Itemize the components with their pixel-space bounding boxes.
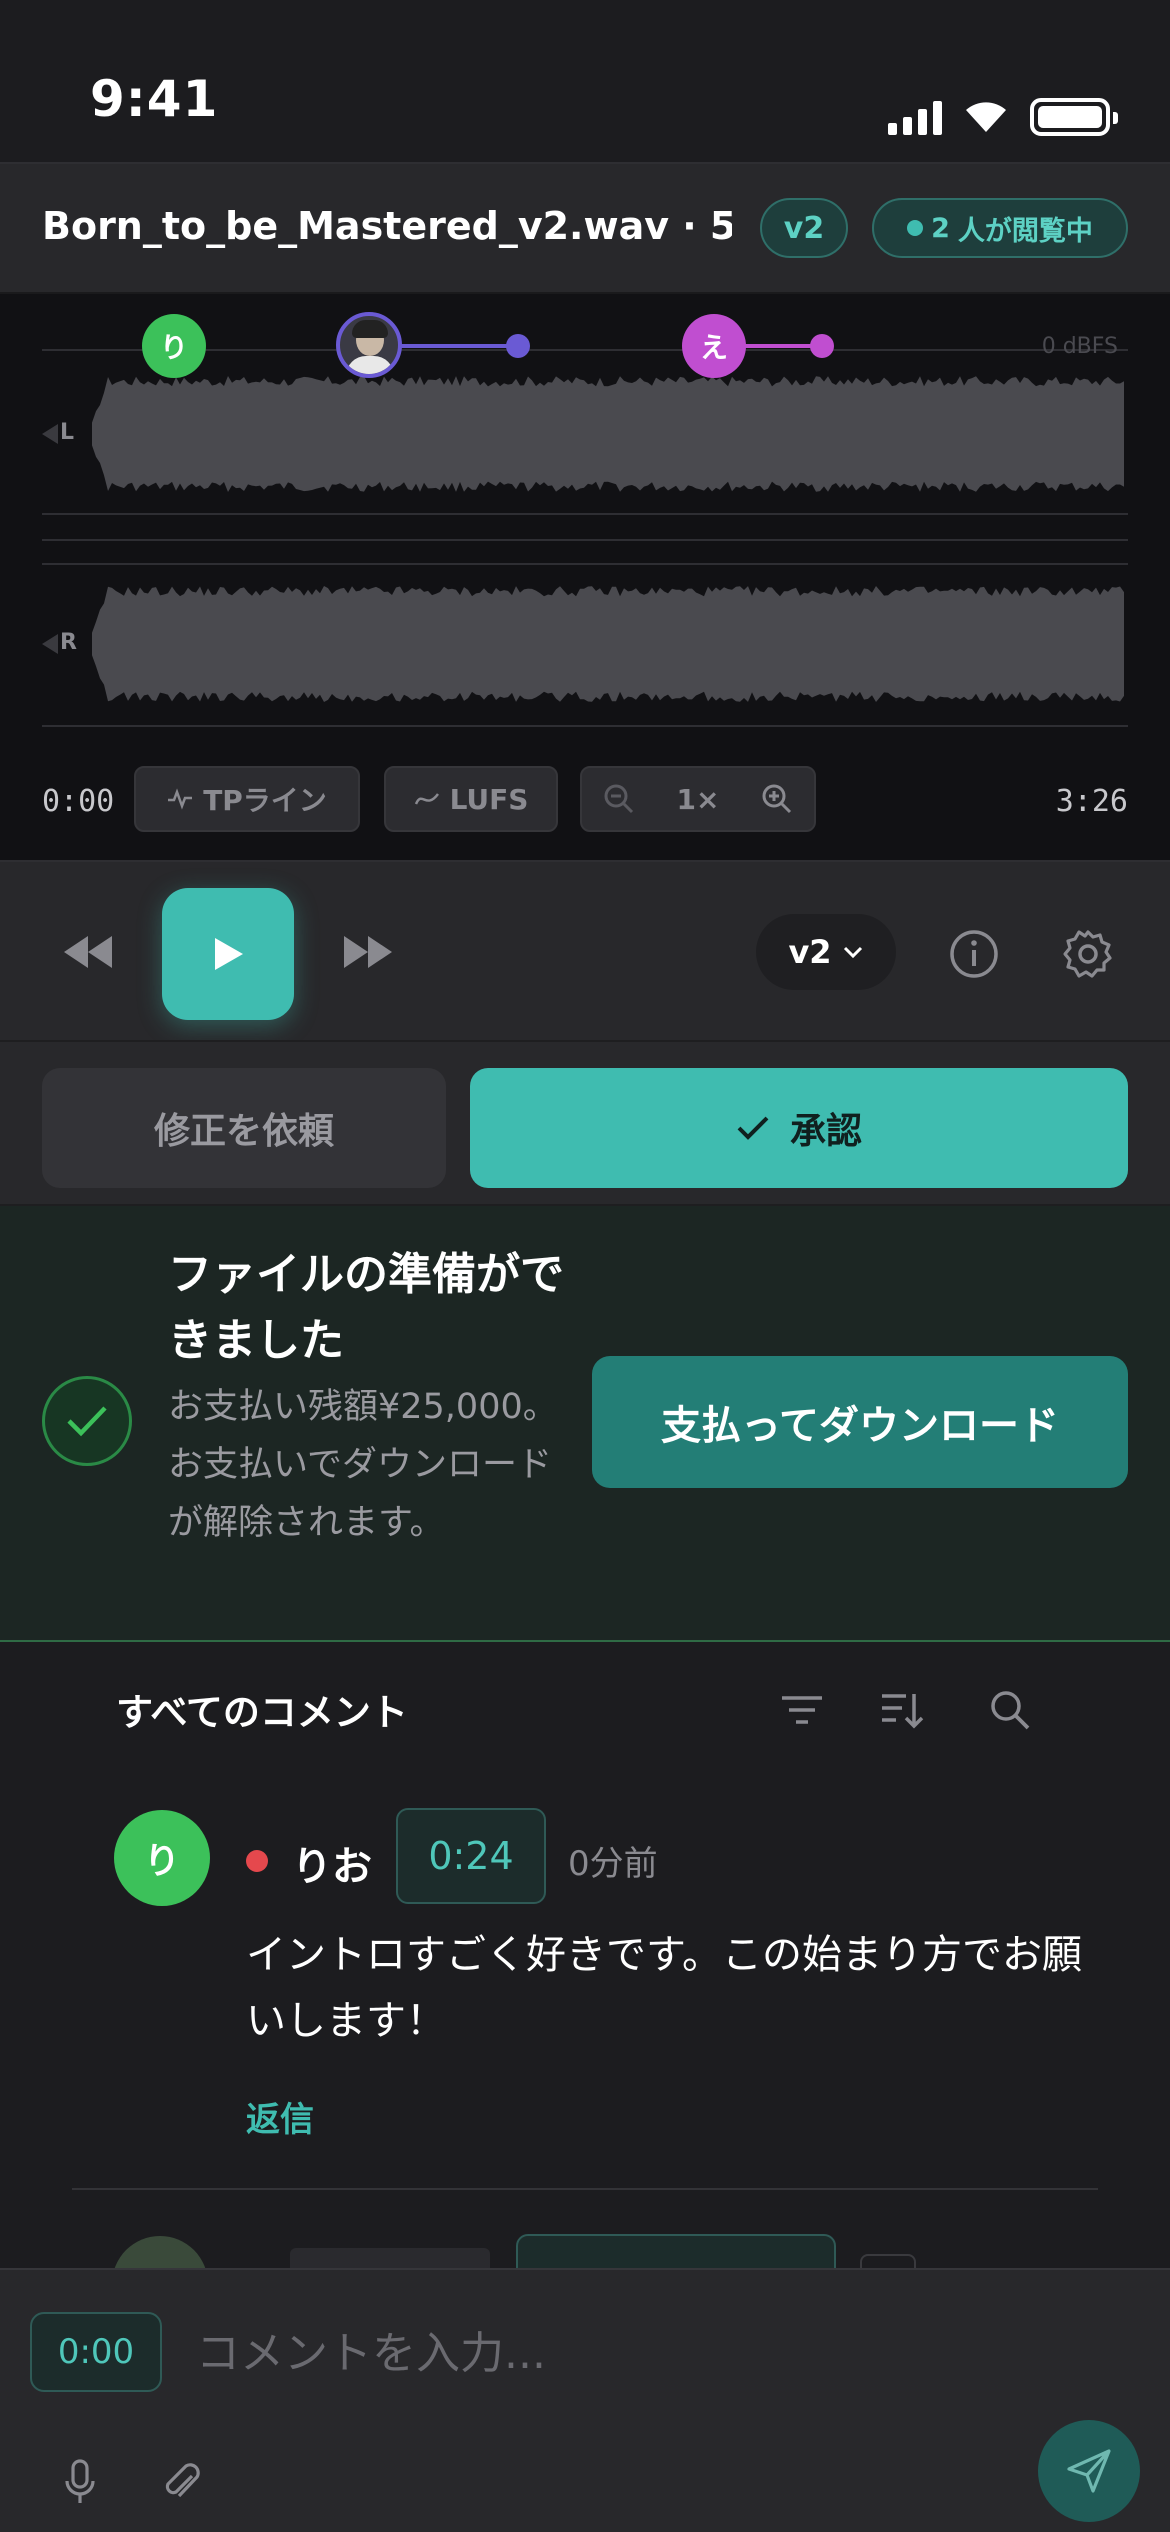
fast-forward-icon <box>344 936 392 968</box>
approve-button[interactable]: 承認 <box>470 1068 1128 1188</box>
reply-link[interactable]: 返信 <box>246 2092 314 2141</box>
zoom-control: 1× <box>580 766 816 832</box>
status-time: 9:41 <box>90 70 219 128</box>
wifi-icon <box>966 102 1006 132</box>
fast-forward-button[interactable] <box>342 932 394 972</box>
sort-button[interactable] <box>880 1688 924 1732</box>
comment-author: りお <box>292 1844 372 1890</box>
attach-button[interactable] <box>158 2458 206 2506</box>
file-title: Born_to_be_Mastered_v2.wav · 54.... <box>42 204 732 248</box>
waveform-toolbar: 0:00 TPライン LUFS 1× 3:26 <box>0 766 1170 836</box>
viewers-count: 2 <box>931 212 950 244</box>
next-comment-partial <box>0 2192 1170 2272</box>
info-icon <box>950 930 998 978</box>
cellular-signal-icon <box>888 99 942 135</box>
comment-age: 0分前 <box>568 1844 658 1884</box>
comment-text: イントロすごく好きです。この始まり方でお願いします！ <box>246 1932 1082 2044</box>
avatar <box>112 2236 208 2272</box>
viewers-label: 人が閲覧中 <box>957 215 1093 247</box>
settings-button[interactable] <box>1062 928 1114 980</box>
viewers-badge: 2 人が閲覧中 <box>872 198 1128 258</box>
filter-icon <box>782 1696 822 1724</box>
tp-line-label: TPライン <box>203 784 327 817</box>
zoom-out-icon[interactable] <box>603 783 635 815</box>
play-icon <box>215 938 243 970</box>
rewind-button[interactable] <box>62 932 114 972</box>
transport-controls: v2 <box>0 860 1170 1040</box>
lufs-label: LUFS <box>449 782 529 816</box>
zoom-level: 1× <box>676 782 720 816</box>
version-select-value: v2 <box>788 933 832 971</box>
sort-icon <box>882 1694 924 1729</box>
marker-range-end[interactable] <box>506 334 530 358</box>
pulse-icon <box>168 788 193 810</box>
time-end: 3:26 <box>1055 784 1128 819</box>
review-actions: 修正を依頼 承認 <box>0 1040 1170 1206</box>
lufs-toggle[interactable]: LUFS <box>384 766 558 832</box>
comment-item: り りお 0:24 0分前 イントロすごく好きです。この始まり方でお願いします！… <box>0 1762 1170 2192</box>
channel-left-label: L <box>60 420 75 445</box>
file-header: Born_to_be_Mastered_v2.wav · 54.... v2 2… <box>0 162 1170 294</box>
comment-input[interactable] <box>196 2320 1096 2386</box>
microphone-icon <box>65 2459 95 2503</box>
checkmark-icon <box>737 1116 769 1140</box>
divider <box>72 2188 1098 2190</box>
version-badge: v2 <box>760 198 848 258</box>
gear-icon <box>1063 930 1112 978</box>
dbfs-label: 0 dBFS <box>1041 334 1118 359</box>
pay-and-download-button[interactable]: 支払ってダウンロード <box>592 1356 1128 1488</box>
comment-marker-rio[interactable]: り <box>142 314 206 378</box>
waveform-area[interactable]: 0 dBFS L R り え 0:00 TPライン LUFS 1× 3:26 <box>0 294 1170 860</box>
ready-title: ファイルの準備ができました <box>168 1249 564 1366</box>
marker-range-end[interactable] <box>810 334 834 358</box>
rewind-icon <box>64 936 112 968</box>
trend-icon <box>414 793 439 805</box>
tp-line-toggle[interactable]: TPライン <box>134 766 360 832</box>
comments-header: すべてのコメント <box>0 1642 1170 1762</box>
request-revision-button[interactable]: 修正を依頼 <box>42 1068 446 1188</box>
composer-timestamp[interactable]: 0:00 <box>30 2312 162 2392</box>
comments-title: すべてのコメント <box>116 1691 408 1734</box>
channel-right-label: R <box>60 630 77 655</box>
ready-check-icon <box>42 1376 132 1466</box>
avatar[interactable]: り <box>114 1810 210 1906</box>
ready-description: お支払い残額¥25,000。お支払いでダウンロードが解除されます。 <box>168 1387 558 1543</box>
send-button[interactable] <box>1038 2420 1140 2522</box>
search-button[interactable] <box>988 1688 1032 1732</box>
info-button[interactable] <box>948 928 1000 980</box>
status-icons <box>888 98 1118 136</box>
marker-range-line <box>398 344 518 348</box>
send-icon <box>1067 2449 1111 2493</box>
approve-label: 承認 <box>789 1111 862 1152</box>
paperclip-icon <box>165 2463 200 2498</box>
comment-marker-avatar[interactable] <box>336 312 402 378</box>
battery-icon <box>1030 98 1118 136</box>
status-dot <box>246 1850 268 1872</box>
version-select[interactable]: v2 <box>756 914 896 990</box>
file-ready-panel: ファイルの準備ができました お支払い残額¥25,000。お支払いでダウンロードが… <box>0 1206 1170 1642</box>
presence-dot-icon <box>907 220 924 236</box>
filter-button[interactable] <box>780 1688 824 1732</box>
play-button[interactable] <box>162 888 294 1020</box>
comment-timestamp-partial <box>516 2234 836 2272</box>
zoom-in-icon[interactable] <box>761 783 793 815</box>
comment-marker-e[interactable]: え <box>682 314 746 378</box>
search-icon <box>991 1691 1030 1730</box>
comment-composer: 0:00 <box>0 2268 1170 2532</box>
comment-timestamp-button[interactable]: 0:24 <box>396 1808 546 1904</box>
time-start: 0:00 <box>42 784 115 819</box>
microphone-button[interactable] <box>56 2458 104 2506</box>
chevron-down-icon <box>843 946 862 959</box>
status-bar: 9:41 <box>0 0 1170 162</box>
